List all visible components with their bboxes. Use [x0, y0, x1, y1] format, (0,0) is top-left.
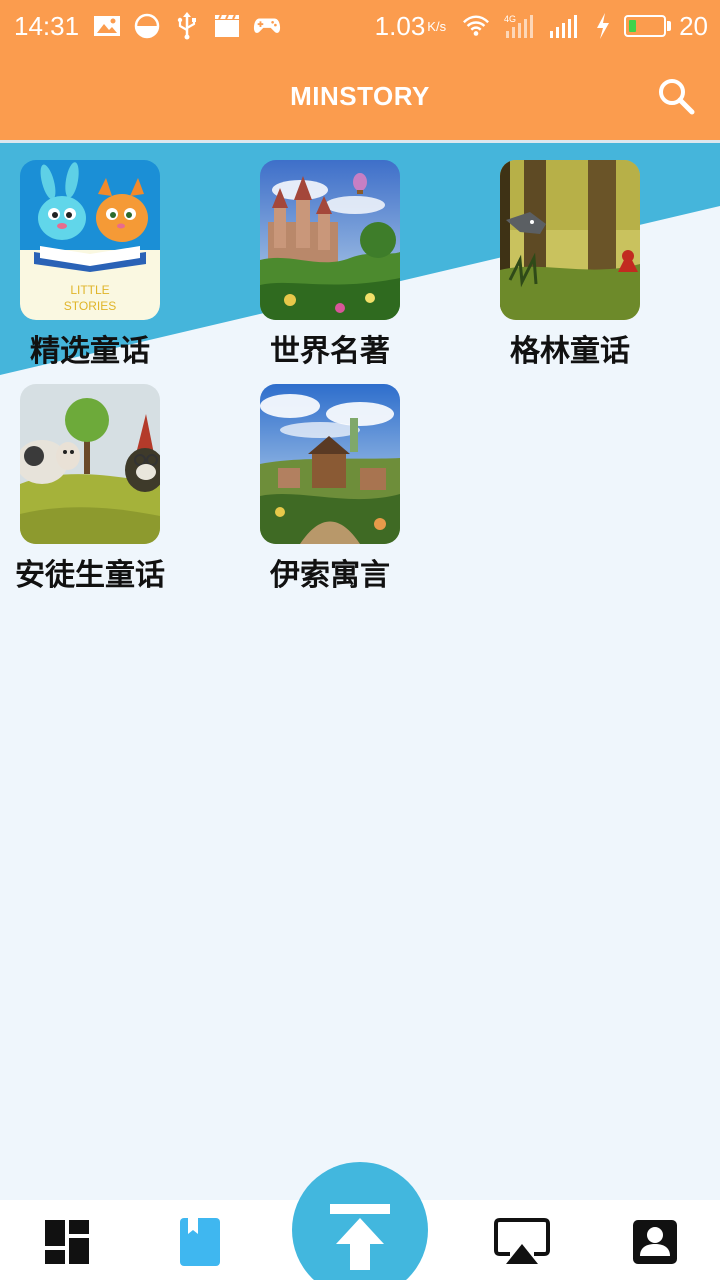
- dashboard-icon: [45, 1220, 89, 1264]
- book-item-featured-fairy-tales[interactable]: LITTLE STORIES 精选童话: [0, 160, 180, 370]
- contact-icon: [633, 1220, 677, 1264]
- wifi-icon: [462, 14, 490, 38]
- battery-fill: [629, 20, 637, 32]
- cover-text-little: LITTLE: [70, 283, 109, 297]
- upload-button[interactable]: [292, 1162, 428, 1280]
- search-button[interactable]: [654, 74, 698, 118]
- book-grid: LITTLE STORIES 精选童话 世界名著 格林童话 安徒生童话 伊索寓言: [0, 143, 720, 1200]
- net-speed-unit: K/s: [427, 18, 447, 34]
- upload-icon: [330, 1204, 390, 1270]
- battery-level: 20: [679, 10, 708, 41]
- airplay-icon: [494, 1218, 550, 1264]
- book-label: 安徒生童话: [15, 558, 165, 593]
- usb-icon: [173, 12, 201, 40]
- nav-item-airplay[interactable]: [494, 1214, 550, 1270]
- book-cover: [260, 384, 400, 544]
- app-title: MINSTORY: [290, 81, 430, 111]
- book-cover: LITTLE STORIES: [20, 160, 160, 320]
- nav-item-dashboard[interactable]: [39, 1214, 95, 1270]
- net-speed: 1.03: [374, 10, 426, 41]
- battery-icon: 20: [624, 11, 708, 42]
- data-saver-icon: [133, 13, 161, 39]
- book-cover: [20, 384, 160, 544]
- book-item-grimm-fairy-tales[interactable]: 格林童话: [480, 160, 660, 370]
- book-cover: [500, 160, 640, 320]
- nav-item-profile[interactable]: [627, 1214, 683, 1270]
- status-time: 14:31: [14, 10, 80, 41]
- book-label: 世界名著: [270, 334, 390, 369]
- charging-icon: [594, 13, 612, 39]
- cover-text-stories: STORIES: [64, 299, 116, 313]
- gamepad-icon: [253, 14, 281, 38]
- search-icon: [659, 79, 695, 115]
- book-item-andersen-fairy-tales[interactable]: 安徒生童话: [0, 384, 180, 594]
- gallery-icon: [93, 14, 121, 38]
- status-bar-left: 14:31: [14, 11, 293, 42]
- svg-text:4G: 4G: [504, 14, 516, 24]
- bookmark-icon: [180, 1218, 220, 1266]
- book-label: 伊索寓言: [270, 558, 390, 593]
- app-bar: MINSTORY: [0, 52, 720, 140]
- book-cover: [260, 160, 400, 320]
- status-bar: 14:31 1.03 K/s 4G 20: [0, 0, 720, 52]
- book-item-world-classics[interactable]: 世界名著: [240, 160, 420, 370]
- 4g-signal-icon: 4G: [502, 14, 536, 38]
- book-label: 格林童话: [510, 334, 630, 369]
- nav-item-bookshelf[interactable]: [172, 1214, 228, 1270]
- clapper-icon: [213, 14, 241, 38]
- book-item-aesop-fables[interactable]: 伊索寓言: [240, 384, 420, 594]
- status-bar-right: 1.03 K/s 4G 20: [375, 11, 708, 42]
- book-label: 精选童话: [30, 334, 150, 369]
- signal-icon: [548, 14, 582, 38]
